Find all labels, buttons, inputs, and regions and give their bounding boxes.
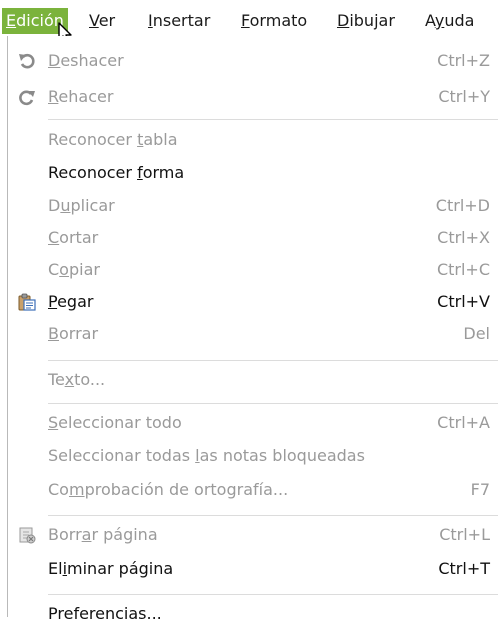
menu-item-shortcut: Del xyxy=(463,324,490,343)
menu-item-pegar[interactable]: Pegar Ctrl+V xyxy=(8,287,498,317)
menubar-ayuda[interactable]: Ayuda xyxy=(421,8,478,34)
menu-separator xyxy=(48,515,498,516)
menubar: Edición Ver Insertar Formato Dibujar Ayu… xyxy=(0,0,504,36)
menu-item-deshacer[interactable]: Deshacer Ctrl+Z xyxy=(8,46,498,76)
menu-item-preferencias[interactable]: Preferencias... xyxy=(8,599,498,629)
menu-item-label: Seleccionar todo xyxy=(48,413,182,432)
menu-item-texto[interactable]: Texto... xyxy=(8,365,498,395)
menu-item-label: Comprobación de ortografía... xyxy=(48,480,289,499)
menu-item-shortcut: Ctrl+Y xyxy=(438,87,490,106)
menu-item-copiar[interactable]: Copiar Ctrl+C xyxy=(8,255,498,285)
menu-item-shortcut: F7 xyxy=(470,480,490,499)
menu-item-seleccionar-todo[interactable]: Seleccionar todo Ctrl+A xyxy=(8,408,498,438)
menu-item-shortcut: Ctrl+V xyxy=(437,292,490,311)
menu-item-eliminar-pagina[interactable]: Eliminar página Ctrl+T xyxy=(8,554,498,584)
menu-item-label: Rehacer xyxy=(48,87,114,106)
delete-page-icon xyxy=(19,527,36,544)
menu-item-label: Texto... xyxy=(48,370,106,389)
menu-item-label: Reconocer forma xyxy=(48,163,185,182)
menubar-dibujar[interactable]: Dibujar xyxy=(333,8,399,34)
menu-item-shortcut: Ctrl+L xyxy=(439,525,490,544)
menu-separator xyxy=(48,360,498,361)
menu-separator xyxy=(48,594,498,595)
menu-item-shortcut: Ctrl+Z xyxy=(437,51,490,70)
menu-item-rehacer[interactable]: Rehacer Ctrl+Y xyxy=(8,82,498,112)
menu-item-label: Borrar página xyxy=(48,525,158,544)
menu-item-label: Pegar xyxy=(48,292,94,311)
menu-item-duplicar[interactable]: Duplicar Ctrl+D xyxy=(8,191,498,221)
menu-item-label: Duplicar xyxy=(48,196,115,215)
menu-item-shortcut: Ctrl+X xyxy=(437,228,490,247)
menu-item-label: Reconocer tabla xyxy=(48,130,178,149)
menu-separator xyxy=(48,403,498,404)
menu-item-shortcut: Ctrl+C xyxy=(436,260,490,279)
menu-item-reconocer-tabla[interactable]: Reconocer tabla xyxy=(8,125,498,155)
edit-menu-dropdown: Deshacer Ctrl+Z Rehacer Ctrl+Y Reconocer… xyxy=(7,36,504,623)
undo-icon xyxy=(19,53,35,69)
menu-item-borrar[interactable]: Borrar Del xyxy=(8,319,498,349)
menu-item-label: Preferencias... xyxy=(48,604,162,623)
menu-item-shortcut: Ctrl+A xyxy=(437,413,490,432)
menu-item-borrar-pagina[interactable]: Borrar página Ctrl+L xyxy=(8,520,498,550)
paste-icon xyxy=(18,293,36,311)
menu-item-label: Copiar xyxy=(48,260,100,279)
menu-item-shortcut: Ctrl+T xyxy=(438,559,490,578)
menu-item-cortar[interactable]: Cortar Ctrl+X xyxy=(8,223,498,253)
menu-item-reconocer-forma[interactable]: Reconocer forma xyxy=(8,158,498,188)
menubar-formato[interactable]: Formato xyxy=(237,8,311,34)
redo-icon xyxy=(19,90,35,106)
menubar-insertar[interactable]: Insertar xyxy=(144,8,214,34)
menu-item-label: Borrar xyxy=(48,324,99,343)
menubar-ver[interactable]: Ver xyxy=(85,8,119,34)
menu-item-shortcut: Ctrl+D xyxy=(435,196,490,215)
menu-item-label: Seleccionar todas las notas bloqueadas xyxy=(48,446,365,465)
menu-item-comprobacion-ortografia[interactable]: Comprobación de ortografía... F7 xyxy=(8,475,498,505)
menu-separator xyxy=(48,119,498,120)
menu-item-seleccionar-notas-bloqueadas[interactable]: Seleccionar todas las notas bloqueadas xyxy=(8,441,498,471)
menu-item-label: Cortar xyxy=(48,228,99,247)
menu-item-label: Eliminar página xyxy=(48,559,174,578)
menu-item-label: Deshacer xyxy=(48,51,124,70)
